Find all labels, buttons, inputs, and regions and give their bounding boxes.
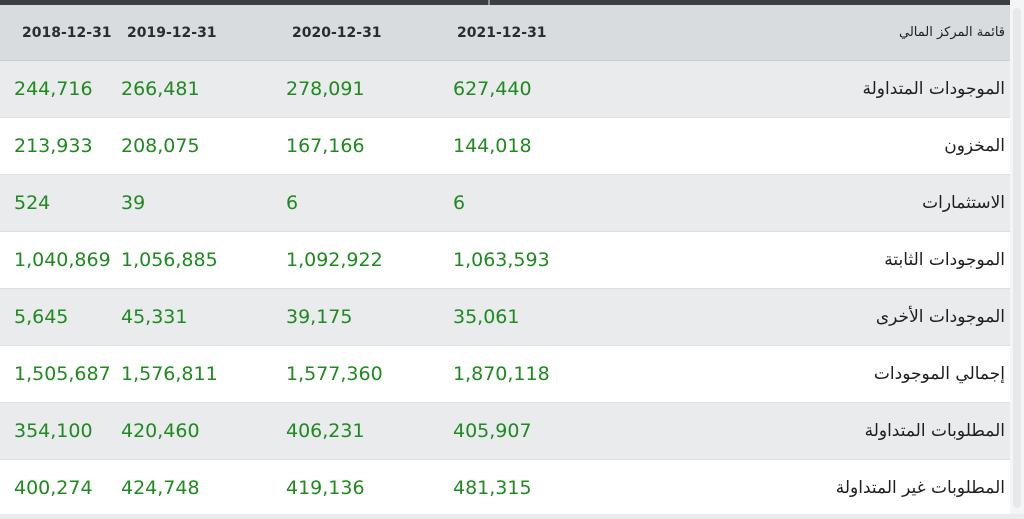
value-cell: 1,870,118: [453, 363, 550, 385]
table-row-total-assets[interactable]: إجمالي الموجودات 1,870,118 1,577,360 1,5…: [0, 346, 1010, 403]
value-cell: 1,577,360: [286, 363, 383, 385]
value-cell: 45,331: [121, 306, 188, 328]
table-row-current-liabilities[interactable]: المطلوبات المتداولة 405,907 406,231 420,…: [0, 403, 1010, 460]
value-cell: 1,063,593: [453, 249, 550, 271]
row-label: الموجودات الأخرى: [875, 307, 1005, 327]
vertical-scrollbar[interactable]: [1010, 0, 1024, 519]
value-cell: 144,018: [453, 135, 532, 157]
value-cell: 167,166: [286, 135, 365, 157]
value-cell: 244,716: [14, 78, 93, 100]
value-cell: 6: [453, 192, 466, 214]
row-label: إجمالي الموجودات: [873, 364, 1005, 384]
row-label: المخزون: [944, 136, 1005, 156]
value-cell: 35,061: [453, 306, 520, 328]
row-label: الموجودات المتداولة: [862, 79, 1005, 99]
value-cell: 6: [286, 192, 299, 214]
table-row-investments[interactable]: الاستثمارات 6 6 39 524: [0, 175, 1010, 232]
table-row-other-assets[interactable]: الموجودات الأخرى 35,061 39,175 45,331 5,…: [0, 289, 1010, 346]
value-cell: 266,481: [121, 78, 200, 100]
year-header-2018[interactable]: 2018-12-31: [0, 25, 112, 41]
value-cell: 278,091: [286, 78, 365, 100]
value-cell: 39,175: [286, 306, 353, 328]
value-cell: 5,645: [14, 306, 69, 328]
financial-position-table: قائمة المركز المالي 2021-12-31 2020-12-3…: [0, 5, 1010, 517]
value-cell: 1,505,687: [14, 363, 111, 385]
year-header-2021[interactable]: 2021-12-31: [435, 25, 600, 41]
table-row-inventory[interactable]: المخزون 144,018 167,166 208,075 213,933: [0, 118, 1010, 175]
row-label: الموجودات الثابتة: [884, 250, 1005, 270]
value-cell: 400,274: [14, 477, 93, 499]
value-cell: 1,092,922: [286, 249, 383, 271]
value-cell: 39: [121, 192, 146, 214]
value-cell: 406,231: [286, 420, 365, 442]
value-cell: 405,907: [453, 420, 532, 442]
row-label: المطلوبات المتداولة: [864, 421, 1005, 441]
table-row-current-assets[interactable]: الموجودات المتداولة 627,440 278,091 266,…: [0, 61, 1010, 118]
value-cell: 420,460: [121, 420, 200, 442]
row-label: الاستثمارات: [922, 193, 1005, 213]
table-header-row: قائمة المركز المالي 2021-12-31 2020-12-3…: [0, 5, 1010, 61]
year-header-2019[interactable]: 2019-12-31: [105, 25, 270, 41]
value-cell: 354,100: [14, 420, 93, 442]
row-label: المطلوبات غير المتداولة: [835, 478, 1005, 498]
table-row-fixed-assets[interactable]: الموجودات الثابتة 1,063,593 1,092,922 1,…: [0, 232, 1010, 289]
value-cell: 424,748: [121, 477, 200, 499]
value-cell: 481,315: [453, 477, 532, 499]
table-title: قائمة المركز المالي: [898, 25, 1005, 40]
year-header-2020[interactable]: 2020-12-31: [270, 25, 435, 41]
value-cell: 524: [14, 192, 51, 214]
value-cell: 1,576,811: [121, 363, 218, 385]
scrollbar-track[interactable]: [1013, 8, 1021, 508]
value-cell: 419,136: [286, 477, 365, 499]
next-row-peek: [0, 514, 1024, 519]
value-cell: 1,056,885: [121, 249, 218, 271]
value-cell: 213,933: [14, 135, 93, 157]
value-cell: 627,440: [453, 78, 532, 100]
value-cell: 208,075: [121, 135, 200, 157]
value-cell: 1,040,869: [14, 249, 111, 271]
table-row-non-current-liabilities[interactable]: المطلوبات غير المتداولة 481,315 419,136 …: [0, 460, 1010, 517]
